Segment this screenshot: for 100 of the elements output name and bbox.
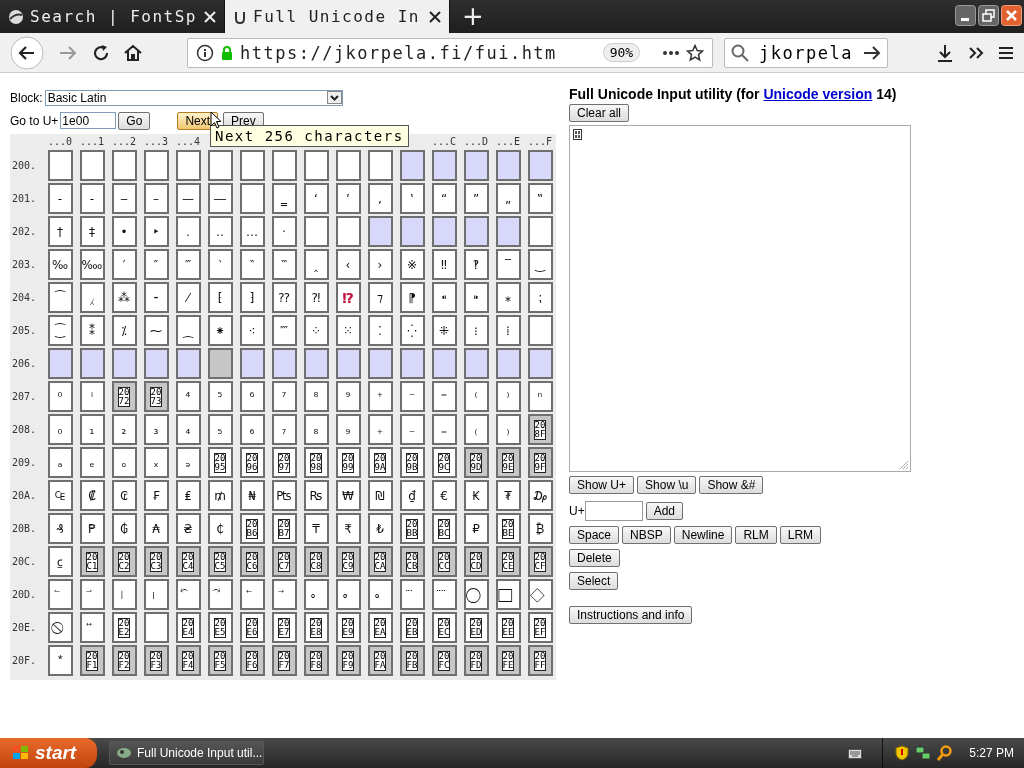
character-cell[interactable]: 2099 xyxy=(335,447,361,478)
character-cell[interactable]: ⁎ xyxy=(495,282,521,313)
character-cell[interactable]: ‧ xyxy=(271,216,297,247)
character-cell[interactable]: 20BE xyxy=(495,513,521,544)
character-cell[interactable] xyxy=(527,216,553,247)
character-cell[interactable]: ₫ xyxy=(399,480,425,511)
insert-button[interactable]: NBSP xyxy=(622,526,671,544)
character-cell[interactable]: ‿ xyxy=(527,249,553,280)
download-icon[interactable] xyxy=(936,43,954,62)
character-cell[interactable]: 20B7 xyxy=(271,513,297,544)
start-button[interactable]: start xyxy=(0,738,97,768)
character-cell[interactable]: ⁽ xyxy=(463,381,489,412)
character-cell[interactable]: 20EE xyxy=(495,612,521,643)
character-cell[interactable]: ⁑ xyxy=(79,315,105,346)
star-icon[interactable] xyxy=(686,43,705,62)
character-cell[interactable]: ⁁ xyxy=(79,282,105,313)
character-cell[interactable]: ⁕ xyxy=(207,315,233,346)
character-cell[interactable]: „ xyxy=(495,183,521,214)
character-cell[interactable]: ‑ xyxy=(79,183,105,214)
character-cell[interactable]: ⃠ xyxy=(47,612,73,643)
home-icon[interactable] xyxy=(124,43,142,62)
insert-button[interactable]: RLM xyxy=(735,526,777,544)
character-cell[interactable]: 20BC xyxy=(431,513,457,544)
character-cell[interactable]: 20F1 xyxy=(79,645,105,676)
character-cell[interactable] xyxy=(111,150,137,181)
character-cell[interactable] xyxy=(399,216,425,247)
character-cell[interactable]: ₉ xyxy=(335,414,361,445)
character-cell[interactable]: — xyxy=(175,183,201,214)
character-cell[interactable]: ⁂ xyxy=(111,282,137,313)
overflow-icon[interactable] xyxy=(968,45,984,60)
character-cell[interactable] xyxy=(527,348,553,379)
character-cell[interactable]: ‱ xyxy=(79,249,105,280)
character-cell[interactable]: ₱ xyxy=(79,513,105,544)
character-cell[interactable]: ₧ xyxy=(271,480,297,511)
character-cell[interactable]: ⁀ xyxy=(47,282,73,313)
character-cell[interactable]: › xyxy=(367,249,393,280)
character-cell[interactable] xyxy=(79,150,105,181)
character-cell[interactable]: 209D xyxy=(463,447,489,478)
character-cell[interactable]: ⁖ xyxy=(239,315,265,346)
character-cell[interactable]: 208F xyxy=(527,414,553,445)
character-cell[interactable]: ― xyxy=(207,183,233,214)
character-cell[interactable]: ⁃ xyxy=(143,282,169,313)
character-cell[interactable]: 2096 xyxy=(239,447,265,478)
character-cell[interactable]: ⁗ xyxy=(271,315,297,346)
character-cell[interactable] xyxy=(143,612,169,643)
block-dropdown[interactable]: Basic Latin xyxy=(44,89,343,106)
character-cell[interactable]: ※ xyxy=(399,249,425,280)
unicode-version-link[interactable]: Unicode version xyxy=(763,86,873,102)
character-cell[interactable]: ₳ xyxy=(143,513,169,544)
menu-icon[interactable] xyxy=(998,45,1014,60)
character-cell[interactable]: ⁻ xyxy=(399,381,425,412)
character-cell[interactable]: 20E7 xyxy=(271,612,297,643)
character-cell[interactable]: ⁝ xyxy=(463,315,489,346)
character-cell[interactable]: ₍ xyxy=(463,414,489,445)
character-cell[interactable]: 20E5 xyxy=(207,612,233,643)
character-cell[interactable]: ₐ xyxy=(47,447,73,478)
character-cell[interactable]: ” xyxy=(463,183,489,214)
character-cell[interactable] xyxy=(271,150,297,181)
character-cell[interactable]: 20E9 xyxy=(335,612,361,643)
character-cell[interactable]: … xyxy=(239,216,265,247)
character-cell[interactable]: 20EC xyxy=(431,612,457,643)
character-cell[interactable]: ‥ xyxy=(207,216,233,247)
character-cell[interactable]: ⁜ xyxy=(431,315,457,346)
character-cell[interactable]: ₺ xyxy=(367,513,393,544)
character-cell[interactable]: € xyxy=(431,480,457,511)
character-cell[interactable]: ⁹ xyxy=(335,381,361,412)
character-cell[interactable] xyxy=(335,348,361,379)
character-cell[interactable]: 20E8 xyxy=(303,612,329,643)
clear-button[interactable]: Clear all xyxy=(569,104,629,122)
character-cell[interactable]: ‵ xyxy=(207,249,233,280)
character-cell[interactable]: ₭ xyxy=(463,480,489,511)
character-cell[interactable]: 209E xyxy=(495,447,521,478)
character-cell[interactable]: ‚ xyxy=(367,183,393,214)
character-cell[interactable]: 2072 xyxy=(111,381,137,412)
character-cell[interactable]: ₮ xyxy=(495,480,521,511)
character-cell[interactable]: 20C8 xyxy=(303,546,329,577)
character-cell[interactable]: 20F7 xyxy=(271,645,297,676)
character-cell[interactable]: ₈ xyxy=(303,414,329,445)
character-cell[interactable]: 20CC xyxy=(431,546,457,577)
character-cell[interactable]: • xyxy=(111,216,137,247)
character-cell[interactable]: ⃰ xyxy=(47,645,73,676)
character-cell[interactable]: ₴ xyxy=(175,513,201,544)
character-cell[interactable]: ₅ xyxy=(207,414,233,445)
character-cell[interactable] xyxy=(367,216,393,247)
character-cell[interactable]: ⃙ xyxy=(335,579,361,610)
character-cell[interactable]: 20C4 xyxy=(175,546,201,577)
arrow-icon[interactable] xyxy=(863,44,881,61)
browser-tab[interactable]: Full Unicode In xyxy=(225,0,450,33)
character-cell[interactable]: ₊ xyxy=(367,414,393,445)
character-cell[interactable]: ₋ xyxy=(399,414,425,445)
character-cell[interactable] xyxy=(463,348,489,379)
character-cell[interactable]: ⁔ xyxy=(175,315,201,346)
character-cell[interactable]: 20ED xyxy=(463,612,489,643)
character-cell[interactable]: ⁇ xyxy=(271,282,297,313)
character-cell[interactable]: ⁋ xyxy=(399,282,425,313)
close-icon[interactable] xyxy=(429,10,441,23)
character-cell[interactable] xyxy=(335,216,361,247)
code-input-field[interactable] xyxy=(584,501,643,521)
character-cell[interactable]: ⁷ xyxy=(271,381,297,412)
character-cell[interactable]: 20F3 xyxy=(143,645,169,676)
